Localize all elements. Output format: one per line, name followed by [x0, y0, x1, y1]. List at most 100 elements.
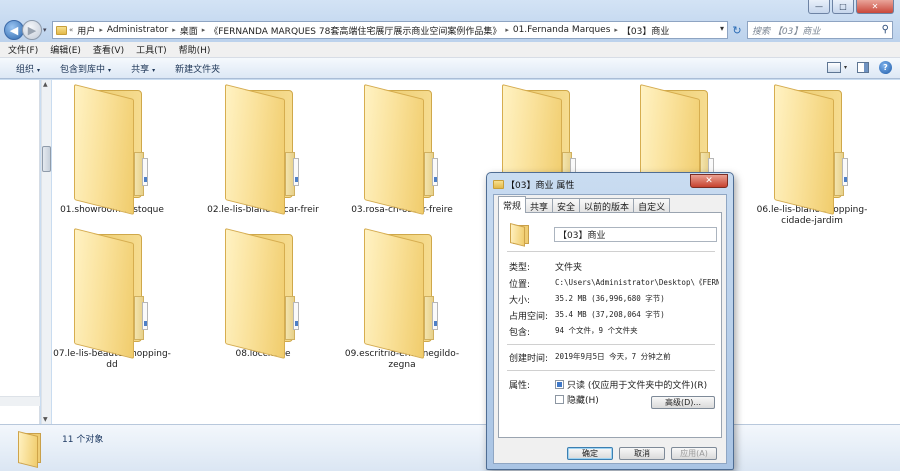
- apply-button[interactable]: 应用(A): [671, 447, 717, 460]
- folder-icon: [72, 228, 152, 359]
- property-row-size-on-disk: 占用空间: 35.4 MB (37,208,064 字节): [509, 309, 719, 322]
- help-icon[interactable]: ?: [879, 61, 892, 74]
- share-button[interactable]: 共享 ▾: [131, 62, 155, 75]
- breadcrumb-separator[interactable]: ▸: [505, 26, 509, 34]
- back-button[interactable]: ◀: [4, 20, 24, 40]
- breadcrumb-desktop[interactable]: 桌面: [180, 24, 198, 37]
- minimize-button[interactable]: —: [808, 0, 830, 14]
- property-label: 属性:: [509, 381, 531, 391]
- dialog-close-button[interactable]: ✕: [690, 174, 728, 188]
- menu-file[interactable]: 文件(F): [8, 43, 38, 56]
- close-button[interactable]: ✕: [856, 0, 894, 14]
- details-pane: 11 个对象: [0, 424, 900, 471]
- chevron-down-icon: ▾: [152, 66, 156, 74]
- menu-tools[interactable]: 工具(T): [136, 43, 167, 56]
- item-count: 11 个对象: [62, 435, 104, 445]
- preview-pane-icon[interactable]: [857, 62, 869, 73]
- tab-security[interactable]: 安全: [552, 198, 581, 213]
- advanced-button[interactable]: 高级(D)...: [651, 396, 715, 409]
- menu-help[interactable]: 帮助(H): [179, 43, 211, 56]
- folder-item[interactable]: 07.le-lis-beaute-shopping-dd: [52, 228, 172, 371]
- scroll-up-icon[interactable]: ▲: [43, 81, 48, 88]
- folder-item[interactable]: 02.le-lis-blanc-oscar-freir: [203, 84, 323, 216]
- title-bar: — □ ✕ ◀ ▶ ▾ « 用户 ▸ Administrator ▸ 桌面 ▸ …: [0, 0, 900, 42]
- new-folder-button[interactable]: 新建文件夹: [175, 62, 220, 75]
- tab-general[interactable]: 常规: [498, 196, 527, 213]
- menu-view[interactable]: 查看(V): [93, 43, 124, 56]
- menu-edit[interactable]: 编辑(E): [50, 43, 81, 56]
- history-dropdown[interactable]: ▾: [43, 26, 47, 34]
- navigation-pane-horizontal-scrollbar[interactable]: [0, 396, 40, 406]
- menu-bar: 文件(F) 编辑(E) 查看(V) 工具(T) 帮助(H): [0, 42, 900, 58]
- folder-item[interactable]: 06.le-lis-blanc-shopping-cidade-jardim: [752, 84, 872, 227]
- breadcrumb-separator[interactable]: ▸: [202, 26, 206, 34]
- breadcrumb-separator[interactable]: ▸: [614, 26, 618, 34]
- property-label: 占用空间:: [509, 312, 549, 322]
- folder-icon: [510, 223, 532, 247]
- folder-name-field[interactable]: 【03】商业: [554, 227, 717, 242]
- property-value: 94 个文件，9 个文件夹: [555, 326, 638, 335]
- folder-item[interactable]: 03.rosa-ch-oscar-freire: [342, 84, 462, 216]
- address-bar[interactable]: « 用户 ▸ Administrator ▸ 桌面 ▸ 《FERNANDA MA…: [52, 21, 728, 39]
- property-value: 2019年9月5日 今天，7 分钟之前: [555, 352, 671, 361]
- property-value: 35.2 MB (36,996,680 字节): [555, 294, 665, 303]
- folder-name-value: 【03】商业: [558, 231, 606, 241]
- checkbox-icon: [555, 395, 564, 404]
- folder-view[interactable]: 01.showroom-restoque 02.le-lis-blanc-osc…: [52, 80, 900, 424]
- folder-item[interactable]: 09.escritrio-ermenegildo-zegna: [342, 228, 462, 371]
- property-value: C:\Users\Administrator\Desktop\《FERNANDA: [555, 278, 719, 287]
- breadcrumb-separator[interactable]: ▸: [99, 26, 103, 34]
- arrow-right-icon: ▶: [27, 23, 37, 37]
- include-in-library-button[interactable]: 包含到库中 ▾: [60, 62, 111, 75]
- breadcrumb-users[interactable]: 用户: [77, 24, 95, 37]
- ok-button[interactable]: 确定: [567, 447, 613, 460]
- folder-icon: [223, 84, 303, 215]
- share-label: 共享: [131, 64, 150, 75]
- refresh-icon: ↻: [732, 23, 742, 37]
- cancel-button[interactable]: 取消: [619, 447, 665, 460]
- view-options-button[interactable]: ▾: [826, 62, 847, 73]
- folder-item[interactable]: 01.showroom-restoque: [52, 84, 172, 216]
- refresh-button[interactable]: ↻: [729, 21, 745, 39]
- scroll-down-icon[interactable]: ▼: [43, 416, 48, 423]
- scrollbar-thumb[interactable]: [42, 146, 51, 172]
- forward-button[interactable]: ▶: [22, 20, 42, 40]
- breadcrumb-administrator[interactable]: Administrator: [107, 25, 168, 35]
- folder-icon: [223, 228, 303, 359]
- properties-dialog: 【03】商业 属性 ✕ 常规 共享 安全 以前的版本 自定义 【03】商业 类型…: [486, 172, 734, 470]
- dialog-body: 常规 共享 安全 以前的版本 自定义 【03】商业 类型: 文件夹 位置: C:…: [493, 194, 727, 464]
- property-label: 创建时间:: [509, 354, 549, 364]
- property-row-contains: 包含: 94 个文件，9 个文件夹: [509, 325, 719, 338]
- search-input[interactable]: 搜索 【03】商业 ⚲: [747, 21, 893, 39]
- tab-customize[interactable]: 自定义: [633, 198, 671, 213]
- hidden-checkbox[interactable]: 隐藏(H): [555, 393, 599, 406]
- property-label: 包含:: [509, 328, 531, 338]
- readonly-checkbox[interactable]: 只读 (仅应用于文件夹中的文件)(R): [555, 378, 707, 391]
- organize-button[interactable]: 组织 ▾: [16, 62, 40, 75]
- address-dropdown[interactable]: ▾: [720, 24, 724, 33]
- folder-item[interactable]: 08.loccitane: [203, 228, 323, 360]
- include-in-library-label: 包含到库中: [60, 64, 106, 75]
- breadcrumb-separator[interactable]: ▸: [172, 26, 176, 34]
- property-row-attributes: 属性: 只读 (仅应用于文件夹中的文件)(R): [509, 378, 719, 391]
- navigation-pane[interactable]: [0, 80, 40, 424]
- search-icon[interactable]: ⚲: [882, 24, 889, 35]
- address-overflow[interactable]: «: [69, 26, 73, 34]
- readonly-label: 只读 (仅应用于文件夹中的文件)(R): [567, 381, 708, 391]
- folder-icon: [772, 84, 852, 215]
- command-bar: 组织 ▾ 包含到库中 ▾ 共享 ▾ 新建文件夹 ▾ ?: [0, 58, 900, 79]
- breadcrumb-current[interactable]: 【03】商业: [622, 24, 669, 37]
- breadcrumb-fernanda[interactable]: 01.Fernanda Marques: [513, 25, 611, 35]
- tab-previous-versions[interactable]: 以前的版本: [579, 198, 635, 213]
- maximize-button[interactable]: □: [832, 0, 854, 14]
- breadcrumb-collection[interactable]: 《FERNANDA MARQUES 78套高端住宅展厅展示商业空间案例作品集》: [209, 24, 501, 37]
- folder-icon: [56, 25, 67, 35]
- dialog-buttons: 确定 取消 应用(A): [567, 447, 717, 460]
- chevron-down-icon: ▾: [108, 66, 112, 74]
- navigation-pane-scrollbar[interactable]: ▲ ▼: [41, 80, 51, 424]
- property-row-created: 创建时间: 2019年9月5日 今天，7 分钟之前: [509, 351, 719, 364]
- divider: [507, 344, 715, 345]
- folder-icon: [72, 84, 152, 215]
- tab-sharing[interactable]: 共享: [525, 198, 554, 213]
- window-controls: — □ ✕: [808, 0, 894, 14]
